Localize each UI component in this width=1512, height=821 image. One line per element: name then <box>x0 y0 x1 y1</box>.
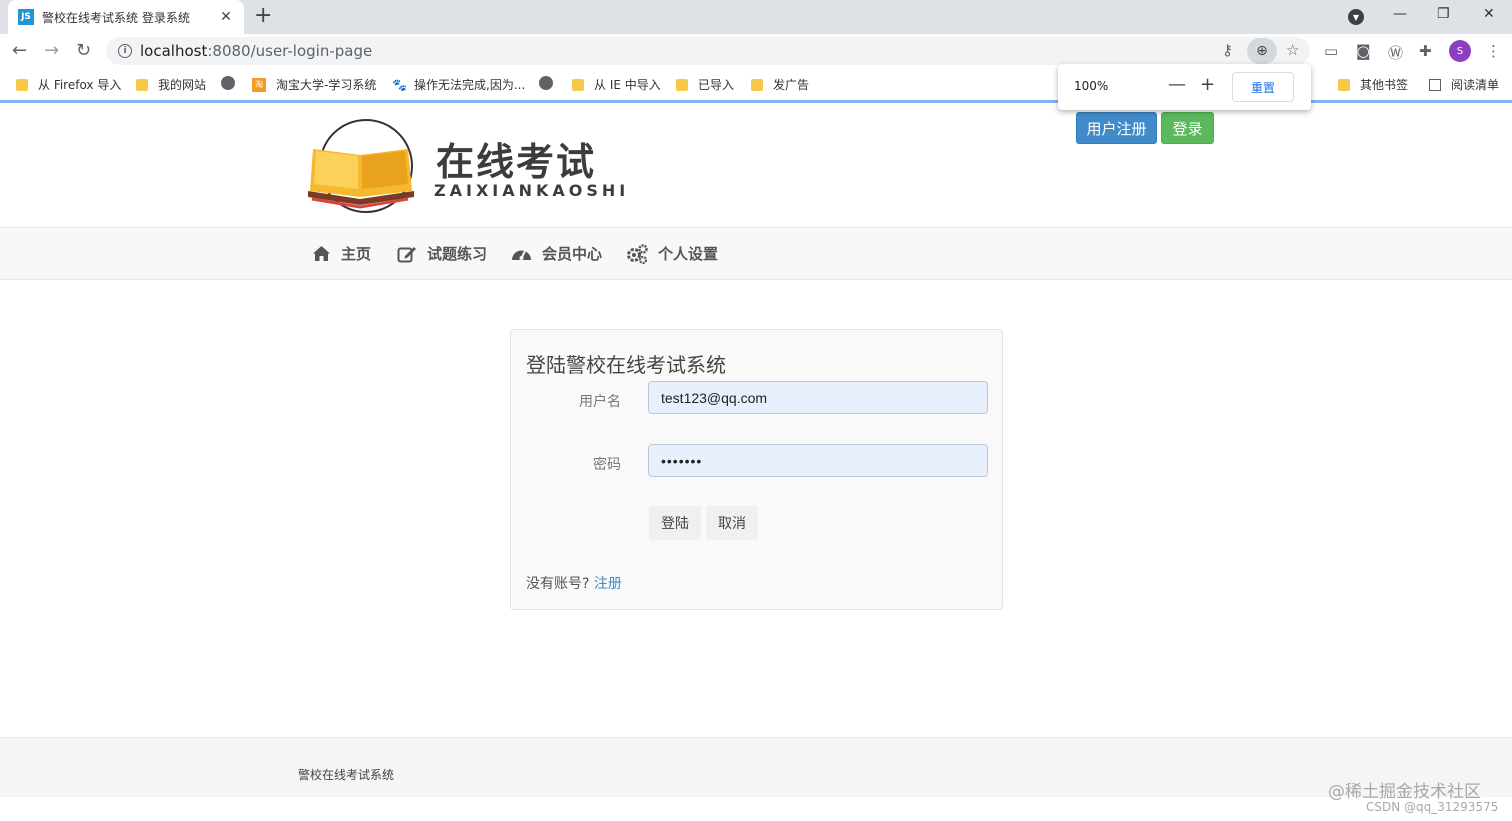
nav-item-home[interactable]: 主页 <box>312 243 371 264</box>
baidu-paw-icon: 🐾 <box>392 77 407 92</box>
key-icon[interactable]: ⚷ <box>1222 41 1233 59</box>
register-link[interactable]: 注册 <box>594 576 622 592</box>
login-panel: 登陆警校在线考试系统 用户名 test123@qq.com 密码 •••••••… <box>510 329 1003 610</box>
site-header: 在线考试 ZAIXIANKAOSHI 用户注册 登录 <box>0 103 1512 227</box>
tab-search-icon[interactable]: ▼ <box>1348 9 1364 25</box>
user-register-button[interactable]: 用户注册 <box>1076 112 1157 144</box>
menu-dots-icon[interactable]: ⋮ <box>1486 42 1501 60</box>
back-icon[interactable]: ← <box>12 39 27 63</box>
bookmark-item[interactable] <box>539 76 553 90</box>
site-info-icon[interactable]: i <box>118 44 132 58</box>
bookmark-item[interactable]: 已导入 <box>676 76 734 93</box>
url-host: localhost <box>140 42 208 60</box>
browser-toolbar: ← → ↻ i localhost:8080/user-login-page ⚷… <box>0 34 1512 68</box>
nav-item-practice[interactable]: 试题练习 <box>397 243 487 264</box>
site-logo[interactable]: 在线考试 ZAIXIANKAOSHI <box>308 119 625 215</box>
bookmark-item[interactable] <box>221 76 235 90</box>
dashboard-icon <box>512 250 531 260</box>
bookmark-star-icon[interactable]: ☆ <box>1286 41 1299 59</box>
login-button[interactable]: 登录 <box>1161 112 1214 144</box>
no-account-text: 没有账号? <box>526 576 590 592</box>
zoom-reset-button[interactable]: 重置 <box>1232 72 1294 102</box>
bookmark-item[interactable]: 我的网站 <box>136 76 206 93</box>
extensions-puzzle-icon[interactable]: ✚ <box>1419 42 1432 60</box>
taobao-icon: 淘 <box>252 77 266 92</box>
folder-icon <box>572 78 584 91</box>
zoom-out-button[interactable]: — <box>1168 74 1186 95</box>
footer-text: 警校在线考试系统 <box>298 768 395 782</box>
reload-icon[interactable]: ↻ <box>76 39 91 63</box>
nav-item-settings[interactable]: 个人设置 <box>626 243 718 264</box>
zoom-level: 100% <box>1074 79 1109 93</box>
restore-icon[interactable]: ❐ <box>1437 6 1450 22</box>
tab-title: 警校在线考试系统 登录系统 <box>42 10 190 25</box>
folder-icon <box>136 78 148 91</box>
edit-icon <box>397 246 416 262</box>
watermark-csdn: CSDN @qq_31293575 <box>1366 800 1499 814</box>
folder-icon <box>676 78 688 91</box>
minimize-icon[interactable]: — <box>1393 6 1407 22</box>
book-logo-icon <box>308 119 414 213</box>
logo-title: 在线考试 <box>436 140 597 184</box>
no-account-line: 没有账号? 注册 <box>526 573 622 593</box>
nav-item-member[interactable]: 会员中心 <box>511 243 602 264</box>
globe-icon <box>539 76 553 90</box>
zoom-in-button[interactable]: + <box>1200 74 1215 95</box>
bookmark-item[interactable]: 🐾 操作无法完成,因为... <box>392 76 525 93</box>
folder-icon <box>16 78 28 91</box>
main-navbar: 主页 试题练习 会员中心 个人设置 <box>0 227 1512 280</box>
bookmark-item[interactable]: 发广告 <box>751 76 809 93</box>
browser-tabbar: JS 警校在线考试系统 登录系统 ✕ + ▼ — ❐ ✕ <box>0 0 1512 34</box>
logo-subtitle: ZAIXIANKAOSHI <box>434 181 630 200</box>
extension-w-icon[interactable]: Ⓦ <box>1388 42 1403 63</box>
cancel-button[interactable]: 取消 <box>706 506 758 540</box>
reading-list[interactable]: 阅读清单 <box>1429 76 1499 93</box>
address-bar[interactable]: i localhost:8080/user-login-page ⚷ ⊕ ☆ <box>106 37 1310 65</box>
browser-tab[interactable]: JS 警校在线考试系统 登录系统 ✕ <box>8 0 244 34</box>
zoom-popup: 100% — + 重置 <box>1058 64 1311 110</box>
reading-list-icon <box>1429 78 1441 91</box>
bookmark-item[interactable]: 从 IE 中导入 <box>572 76 661 93</box>
folder-icon <box>751 78 763 91</box>
gears-icon <box>627 243 648 264</box>
username-label: 用户名 <box>579 394 621 410</box>
tab-close-icon[interactable]: ✕ <box>218 9 234 25</box>
password-input[interactable]: ••••••• <box>648 444 988 477</box>
home-icon <box>313 246 330 261</box>
submit-login-button[interactable]: 登陆 <box>649 506 701 540</box>
bookmark-item[interactable]: 淘淘宝大学-学习系统 <box>252 76 376 93</box>
globe-icon <box>221 76 235 90</box>
site-footer: 警校在线考试系统 <box>0 737 1512 797</box>
zoom-icon[interactable]: ⊕ <box>1247 38 1277 64</box>
tab-favicon-icon: JS <box>18 9 34 25</box>
close-window-icon[interactable]: ✕ <box>1483 6 1495 22</box>
profile-avatar[interactable]: S <box>1449 40 1471 62</box>
camera-icon[interactable]: ◙ <box>1356 42 1371 60</box>
username-input[interactable]: test123@qq.com <box>648 381 988 414</box>
folder-icon <box>1338 78 1350 91</box>
login-title: 登陆警校在线考试系统 <box>526 353 726 377</box>
watermark-juejin: @稀土掘金技术社区 <box>1328 782 1481 802</box>
forward-icon[interactable]: → <box>44 39 59 63</box>
password-label: 密码 <box>593 457 621 473</box>
cast-icon[interactable]: ▭ <box>1324 42 1338 60</box>
new-tab-icon[interactable]: + <box>254 4 272 28</box>
bookmark-item[interactable]: 从 Firefox 导入 <box>16 76 121 93</box>
bookmark-other[interactable]: 其他书签 <box>1338 76 1408 93</box>
url-path: :8080/user-login-page <box>207 42 373 60</box>
